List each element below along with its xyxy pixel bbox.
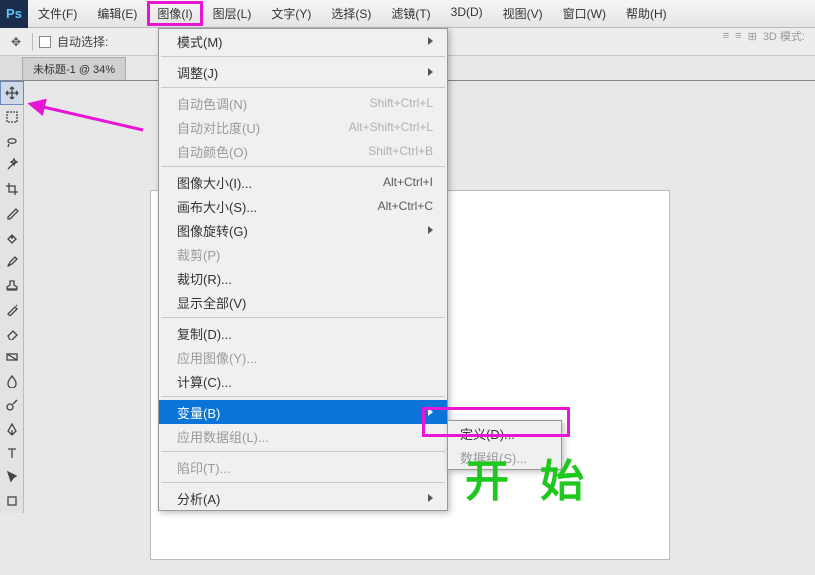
heal-tool[interactable] [0, 225, 24, 249]
lasso-tool[interactable] [0, 129, 24, 153]
eraser-tool[interactable] [0, 321, 24, 345]
menu-3d[interactable]: 3D(D) [441, 1, 493, 26]
menu-滤镜[interactable]: 滤镜(T) [381, 1, 440, 26]
menu-item: 自动颜色(O)Shift+Ctrl+B [159, 139, 447, 163]
menu-图像[interactable]: 图像(I) [147, 1, 202, 26]
separator [161, 482, 445, 483]
menu-item[interactable]: 分析(A) [159, 486, 447, 510]
menu-item[interactable]: 图像旋转(G) [159, 218, 447, 242]
menu-窗口[interactable]: 窗口(W) [553, 1, 616, 26]
menu-item[interactable]: 显示全部(V) [159, 290, 447, 314]
separator [161, 87, 445, 88]
menu-选择[interactable]: 选择(S) [321, 1, 381, 26]
menu-帮助[interactable]: 帮助(H) [616, 1, 677, 26]
brush-tool[interactable] [0, 249, 24, 273]
menu-图层[interactable]: 图层(L) [203, 1, 262, 26]
separator [161, 451, 445, 452]
history-brush-tool[interactable] [0, 297, 24, 321]
menu-item[interactable]: 画布大小(S)...Alt+Ctrl+C [159, 194, 447, 218]
separator [161, 317, 445, 318]
document-tab[interactable]: 未标题-1 @ 34% [22, 57, 126, 80]
align-icon: ≡ [723, 30, 729, 42]
menu-item[interactable]: 调整(J) [159, 60, 447, 84]
menu-文件[interactable]: 文件(F) [28, 1, 87, 26]
menu-item[interactable]: 图像大小(I)...Alt+Ctrl+I [159, 170, 447, 194]
type-tool[interactable] [0, 441, 24, 465]
eyedropper-tool[interactable] [0, 201, 24, 225]
menu-文字[interactable]: 文字(Y) [261, 1, 321, 26]
menu-item: 自动色调(N)Shift+Ctrl+L [159, 91, 447, 115]
marquee-tool[interactable] [0, 105, 24, 129]
separator [32, 33, 33, 51]
chevron-right-icon [428, 37, 433, 45]
ps-logo: Ps [0, 0, 28, 28]
move-tool[interactable] [0, 81, 24, 105]
separator [161, 396, 445, 397]
mode3d-label: 3D 模式: [763, 28, 805, 44]
arrow-annotation [33, 100, 148, 136]
menu-视图[interactable]: 视图(V) [493, 1, 553, 26]
auto-select-label: 自动选择: [57, 33, 108, 50]
align-icon: ⊞ [748, 30, 757, 43]
chevron-right-icon [428, 494, 433, 502]
stamp-tool[interactable] [0, 273, 24, 297]
dodge-tool[interactable] [0, 393, 24, 417]
separator [161, 166, 445, 167]
menu-item: 应用图像(Y)... [159, 345, 447, 369]
gradient-tool[interactable] [0, 345, 24, 369]
shape-tool[interactable] [0, 489, 24, 513]
options-right: ≡ ≡ ⊞ 3D 模式: [723, 28, 805, 44]
pen-tool[interactable] [0, 417, 24, 441]
menu-item[interactable]: 复制(D)... [159, 321, 447, 345]
menu-item[interactable]: 变量(B) [159, 400, 447, 424]
menu-item[interactable]: 计算(C)... [159, 369, 447, 393]
chevron-right-icon [428, 68, 433, 76]
menu-编辑[interactable]: 编辑(E) [87, 1, 147, 26]
start-annotation: 开 始 [465, 445, 594, 509]
menu-item[interactable]: 裁切(R)... [159, 266, 447, 290]
chevron-right-icon [428, 408, 433, 416]
chevron-right-icon [428, 226, 433, 234]
menu-item: 陷印(T)... [159, 455, 447, 479]
tab-spur [0, 56, 22, 80]
separator [161, 56, 445, 57]
crop-tool[interactable] [0, 177, 24, 201]
path-select-tool[interactable] [0, 465, 24, 489]
tool-palette [0, 81, 24, 513]
move-tool-icon: ✥ [6, 32, 26, 52]
image-menu-dropdown: 模式(M) 调整(J) 自动色调(N)Shift+Ctrl+L自动对比度(U)Alt… [158, 28, 448, 511]
align-icon: ≡ [735, 30, 741, 42]
menu-item: 自动对比度(U)Alt+Shift+Ctrl+L [159, 115, 447, 139]
menu-item[interactable]: 模式(M) [159, 29, 447, 53]
submenu-item[interactable]: 定义(D)... [448, 421, 561, 445]
blur-tool[interactable] [0, 369, 24, 393]
menu-bar: Ps 文件(F)编辑(E)图像(I)图层(L)文字(Y)选择(S)滤镜(T)3D… [0, 0, 815, 28]
auto-select-checkbox[interactable] [39, 36, 51, 48]
menu-item: 裁剪(P) [159, 242, 447, 266]
menu-item: 应用数据组(L)... [159, 424, 447, 448]
wand-tool[interactable] [0, 153, 24, 177]
